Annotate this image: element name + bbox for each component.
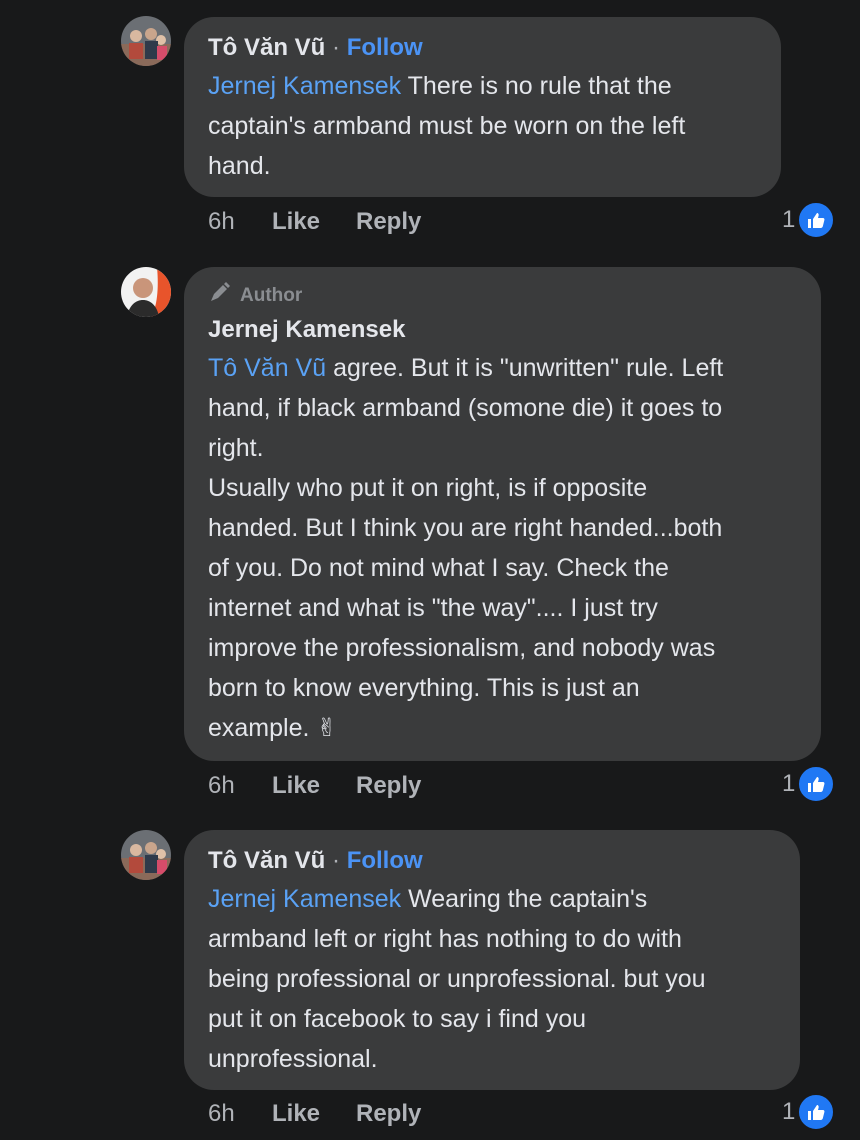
like-button[interactable]: Like <box>272 1100 356 1128</box>
comment-line: being professional or unprofessional. bu… <box>208 965 706 993</box>
like-button[interactable]: Like <box>272 208 356 236</box>
comment-line: born to know everything. This is just an <box>208 674 640 702</box>
author-name[interactable]: Jernej Kamensek <box>208 316 405 343</box>
reaction-summary[interactable]: 1 <box>782 765 836 803</box>
like-button[interactable]: Like <box>272 772 356 800</box>
avatar[interactable] <box>121 267 171 317</box>
comment-line: Wearing the captain's <box>401 885 648 913</box>
comment-line: internet and what is "the way".... I jus… <box>208 594 658 622</box>
comment-text: Jernej Kamensek There is no rule that th… <box>208 66 757 186</box>
thumbs-up-icon <box>797 201 836 239</box>
thumbs-up-icon <box>797 765 836 803</box>
reaction-count: 1 <box>782 770 796 797</box>
comment-line: right. <box>208 434 264 462</box>
timestamp[interactable]: 6h <box>208 772 272 800</box>
mention-link[interactable]: Jernej Kamensek <box>208 72 401 100</box>
author-badge: Author <box>208 280 797 312</box>
comment-line: captain's armband must be worn on the le… <box>208 112 686 140</box>
comment-line: hand. <box>208 152 271 180</box>
reply-button[interactable]: Reply <box>356 208 421 236</box>
avatar[interactable] <box>121 16 171 66</box>
comment-line: of you. Do not mind what I say. Check th… <box>208 554 669 582</box>
comment-line: agree. But it is "unwritten" rule. Left <box>326 354 724 382</box>
comment-header: Jernej Kamensek <box>208 315 797 345</box>
comment-text: Jernej Kamensek Wearing the captain's ar… <box>208 879 776 1079</box>
comment-actions: 6h Like Reply <box>208 204 421 240</box>
comment-line: armband left or right has nothing to do … <box>208 925 682 953</box>
follow-button[interactable]: Follow <box>347 34 423 61</box>
comment-line: handed. But I think you are right handed… <box>208 514 723 542</box>
timestamp[interactable]: 6h <box>208 1100 272 1128</box>
comment-line: hand, if black armband (somone die) it g… <box>208 394 723 422</box>
thumbs-up-icon <box>797 1093 836 1131</box>
author-name[interactable]: Tô Văn Vũ <box>208 34 325 61</box>
reaction-summary[interactable]: 1 <box>782 1093 836 1131</box>
comment-header: Tô Văn Vũ · Follow <box>208 33 757 63</box>
reaction-count: 1 <box>782 206 796 233</box>
comment-line: improve the professionalism, and nobody … <box>208 634 716 662</box>
pencil-icon <box>208 280 232 312</box>
comment-bubble: Tô Văn Vũ · Follow Jernej Kamensek Weari… <box>184 830 800 1090</box>
comment-line: put it on facebook to say i find you <box>208 1005 587 1033</box>
follow-button[interactable]: Follow <box>347 847 423 874</box>
author-badge-label: Author <box>240 285 303 306</box>
comment-text: Tô Văn Vũ agree. But it is "unwritten" r… <box>208 348 797 748</box>
reaction-count: 1 <box>782 1098 796 1125</box>
comment-line: Usually who put it on right, is if oppos… <box>208 474 648 502</box>
timestamp[interactable]: 6h <box>208 208 272 236</box>
author-name[interactable]: Tô Văn Vũ <box>208 847 325 874</box>
reply-button[interactable]: Reply <box>356 772 421 800</box>
comment-line: unprofessional. <box>208 1045 378 1073</box>
mention-link[interactable]: Jernej Kamensek <box>208 885 401 913</box>
avatar[interactable] <box>121 830 171 880</box>
comment-header: Tô Văn Vũ · Follow <box>208 846 776 876</box>
reaction-summary[interactable]: 1 <box>782 201 836 239</box>
separator-dot: · <box>332 34 341 61</box>
comment-bubble: Tô Văn Vũ · Follow Jernej Kamensek There… <box>184 17 781 197</box>
comment-line: example. ✌ <box>208 714 338 742</box>
mention-link[interactable]: Tô Văn Vũ <box>208 354 326 382</box>
comment-actions: 6h Like Reply <box>208 768 421 804</box>
reply-button[interactable]: Reply <box>356 1100 421 1128</box>
comment-actions: 6h Like Reply <box>208 1096 421 1132</box>
comment-line: There is no rule that the <box>401 72 672 100</box>
separator-dot: · <box>332 847 341 874</box>
comment-bubble: Author Jernej Kamensek Tô Văn Vũ agree. … <box>184 267 821 761</box>
